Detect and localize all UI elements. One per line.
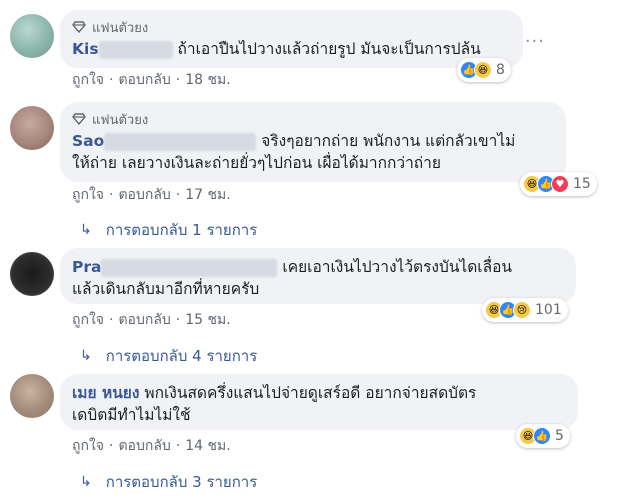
avatar[interactable] [10, 106, 54, 150]
reaction-count: 8 [496, 62, 505, 78]
comment-text: เคยเอาเงินไปวางไว้ตรงบันไดเลื่อน [282, 258, 512, 276]
view-replies-link[interactable]: ↳ การตอบกลับ 3 รายการ [80, 470, 257, 494]
sad-reaction-icon: 😢 [513, 301, 531, 319]
comment-bubble: เมย หนยง พกเงินสดครึ่งแสนไปจ่ายดูเสร์อดี… [60, 374, 578, 430]
comment-text: จริงๆอยากถ่าย พนักงาน แต่กลัวเขาไม่ [261, 132, 516, 150]
blurred-name [104, 132, 257, 151]
view-replies-link[interactable]: ↳ การตอบกลับ 1 รายการ [80, 218, 257, 242]
like-reaction-icon: 👍 [533, 427, 551, 445]
comment-text-line2: แล้วเดินกลับมาอีกที่หายครับ [72, 280, 260, 298]
view-replies-link[interactable]: ↳ การตอบกลับ 4 รายการ [80, 344, 257, 368]
like-link[interactable]: ถูกใจ [72, 312, 104, 328]
comment-actions: ถูกใจ · ตอบกลับ · 17 ชม. [72, 187, 231, 203]
reply-arrow-icon: ↳ [80, 348, 92, 364]
comment-time[interactable]: 18 ชม. [185, 72, 230, 88]
fan-badge: แฟนตัวยง [72, 110, 554, 128]
fan-label: แฟนตัวยง [92, 20, 149, 36]
comment-bubble: แฟนตัวยง Sao จริงๆอยากถ่าย พนักงาน แต่กล… [60, 102, 566, 182]
comment-text-line2: ให้ถ่าย เลยวางเงินละถ่ายยั่วๆไปก่อน เผื่… [72, 154, 441, 172]
replies-label[interactable]: การตอบกลับ 1 รายการ [106, 218, 258, 242]
comment-actions: ถูกใจ · ตอบกลับ · 15 ชม. [72, 312, 231, 328]
reaction-count: 101 [535, 302, 562, 318]
reply-link[interactable]: ตอบกลับ [118, 312, 170, 328]
reply-link[interactable]: ตอบกลับ [118, 187, 170, 203]
like-link[interactable]: ถูกใจ [72, 187, 104, 203]
fan-badge: แฟนตัวยง [72, 18, 511, 36]
comment-author[interactable]: Kis [72, 40, 99, 58]
reaction-count: 5 [555, 428, 564, 444]
like-link[interactable]: ถูกใจ [72, 438, 104, 454]
reply-arrow-icon: ↳ [80, 222, 92, 238]
reaction-count: 15 [573, 176, 591, 192]
diamond-icon [72, 21, 86, 33]
reaction-summary[interactable]: 😆 👍 ♥ 15 [520, 172, 597, 196]
like-link[interactable]: ถูกใจ [72, 72, 104, 88]
avatar[interactable] [10, 252, 54, 296]
comment-bubble: Pra เคยเอาเงินไปวางไว้ตรงบันไดเลื่อน แล้… [60, 248, 576, 304]
avatar[interactable] [10, 14, 54, 58]
haha-reaction-icon: 😆 [474, 61, 492, 79]
comment-text: ถ้าเอาปืนไปวางแล้วถ่ายรูป มันจะเป็นการปล… [177, 40, 481, 58]
comment-actions: ถูกใจ · ตอบกลับ · 18 ชม. [72, 72, 231, 88]
avatar[interactable] [10, 374, 54, 418]
fan-label: แฟนตัวยง [92, 112, 149, 128]
reply-link[interactable]: ตอบกลับ [118, 72, 170, 88]
comment-author[interactable]: Pra [72, 258, 101, 276]
comment-author[interactable]: Sao [72, 132, 104, 150]
comment-time[interactable]: 14 ชม. [185, 438, 230, 454]
love-reaction-icon: ♥ [551, 175, 569, 193]
reaction-summary[interactable]: 😆 👍 5 [516, 424, 570, 448]
blurred-name [98, 40, 173, 59]
comment-text-line2: เดบิตมีทำไมไม่ใช้ [72, 406, 191, 424]
reaction-summary[interactable]: 😆 👍 😢 101 [482, 298, 568, 322]
comment-time[interactable]: 15 ชม. [185, 312, 230, 328]
comment-actions: ถูกใจ · ตอบกลับ · 14 ชม. [72, 438, 231, 454]
replies-label[interactable]: การตอบกลับ 3 รายการ [106, 470, 258, 494]
blurred-name [101, 258, 278, 277]
replies-label[interactable]: การตอบกลับ 4 รายการ [106, 344, 258, 368]
comment-bubble: แฟนตัวยง Kis ถ้าเอาปืนไปวางแล้วถ่ายรูป ม… [60, 10, 523, 68]
reply-arrow-icon: ↳ [80, 474, 92, 490]
comment-text: พกเงินสดครึ่งแสนไปจ่ายดูเสร์อดี อยากจ่าย… [144, 384, 477, 402]
reply-link[interactable]: ตอบกลับ [118, 438, 170, 454]
more-options-icon[interactable]: ··· [525, 31, 545, 52]
diamond-icon [72, 113, 86, 125]
reaction-summary[interactable]: 👍 😆 8 [457, 58, 511, 82]
comment-author[interactable]: เมย หนยง [72, 384, 139, 402]
comment-time[interactable]: 17 ชม. [185, 187, 230, 203]
